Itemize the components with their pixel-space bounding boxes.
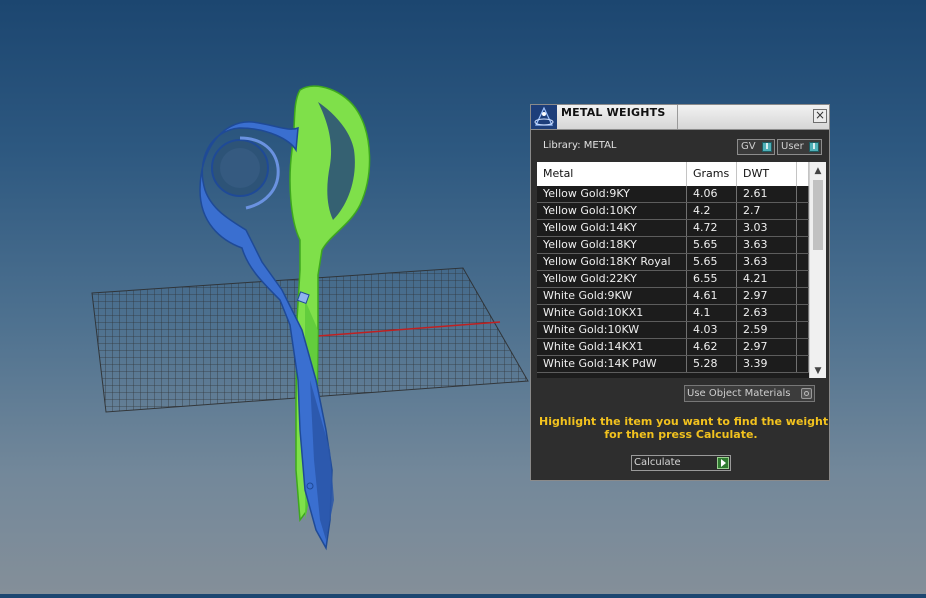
user-toggle-label: User (781, 141, 804, 152)
dwt-cell: 2.63 (737, 305, 797, 321)
instructions-line-1: Highlight the item you want to find the … (539, 415, 829, 428)
column-header-metal[interactable]: Metal (537, 162, 687, 186)
grams-cell: 6.55 (687, 271, 737, 287)
titlebar-divider (677, 105, 678, 129)
metal-cell: Yellow Gold:18KY Royal (537, 254, 687, 270)
column-header-filler (797, 162, 809, 186)
metal-weights-panel: METAL WEIGHTS × Library: METAL GV I User… (530, 104, 830, 481)
metal-cell: Yellow Gold:9KY (537, 186, 687, 202)
grams-cell: 4.2 (687, 203, 737, 219)
dwt-cell: 2.59 (737, 322, 797, 338)
dwt-cell: 2.61 (737, 186, 797, 202)
filler-cell (797, 288, 809, 304)
table-row[interactable]: Yellow Gold:18KY Royal 5.65 3.63 (537, 254, 809, 271)
scroll-thumb[interactable] (813, 180, 823, 250)
table-header: Metal Grams DWT (537, 162, 809, 186)
user-toggle[interactable]: User I (777, 139, 822, 155)
close-button[interactable]: × (813, 109, 827, 123)
instructions-text: Highlight the item you want to find the … (539, 415, 829, 441)
table-body: Yellow Gold:9KY 4.06 2.61 Yellow Gold:10KY 4… (537, 186, 809, 373)
panel-title: METAL WEIGHTS (561, 106, 666, 119)
metal-cell: Yellow Gold:14KY (537, 220, 687, 236)
dwt-cell: 2.7 (737, 203, 797, 219)
table-scrollbar[interactable]: ▲ ▼ (809, 162, 826, 378)
filler-cell (797, 220, 809, 236)
scroll-down-arrow-icon[interactable]: ▼ (810, 364, 826, 378)
table-row[interactable]: White Gold:10KW 4.03 2.59 (537, 322, 809, 339)
metal-table[interactable]: Metal Grams DWT Yellow Gold:9KY 4.06 2.61 Y… (537, 162, 826, 378)
metal-cell: Yellow Gold:22KY (537, 271, 687, 287)
filler-cell (797, 203, 809, 219)
table-row[interactable]: White Gold:14KX1 4.62 2.97 (537, 339, 809, 356)
metal-cell: White Gold:10KW (537, 322, 687, 338)
app-logo-icon (531, 105, 557, 129)
filler-cell (797, 186, 809, 202)
filler-cell (797, 356, 809, 372)
dwt-cell: 3.63 (737, 237, 797, 253)
table-row[interactable]: Yellow Gold:10KY 4.2 2.7 (537, 203, 809, 220)
grams-cell: 4.62 (687, 339, 737, 355)
grams-cell: 4.1 (687, 305, 737, 321)
instructions-line-2: for then press Calculate. (604, 428, 758, 441)
filler-cell (797, 237, 809, 253)
calculate-button[interactable]: Calculate (631, 455, 731, 471)
grams-cell: 5.65 (687, 254, 737, 270)
gv-indicator-icon: I (762, 142, 772, 152)
filler-cell (797, 339, 809, 355)
use-object-materials-label: Use Object Materials (687, 388, 791, 399)
dwt-cell: 3.63 (737, 254, 797, 270)
grams-cell: 5.65 (687, 237, 737, 253)
table-row[interactable]: White Gold:9KW 4.61 2.97 (537, 288, 809, 305)
metal-cell: White Gold:9KW (537, 288, 687, 304)
gv-toggle[interactable]: GV I (737, 139, 775, 155)
dwt-cell: 3.03 (737, 220, 797, 236)
calculate-label: Calculate (634, 457, 681, 468)
grams-cell: 4.03 (687, 322, 737, 338)
radio-icon (801, 388, 812, 399)
grams-cell: 4.61 (687, 288, 737, 304)
metal-cell: Yellow Gold:18KY (537, 237, 687, 253)
table-row[interactable]: Yellow Gold:22KY 6.55 4.21 (537, 271, 809, 288)
use-object-materials-toggle[interactable]: Use Object Materials (684, 385, 815, 402)
filler-cell (797, 305, 809, 321)
dwt-cell: 4.21 (737, 271, 797, 287)
table-row[interactable]: White Gold:10KX1 4.1 2.63 (537, 305, 809, 322)
scroll-up-arrow-icon[interactable]: ▲ (810, 164, 826, 178)
filler-cell (797, 322, 809, 338)
dwt-cell: 2.97 (737, 288, 797, 304)
metal-cell: White Gold:10KX1 (537, 305, 687, 321)
metal-cell: Yellow Gold:10KY (537, 203, 687, 219)
table-row[interactable]: White Gold:14K PdW 5.28 3.39 (537, 356, 809, 373)
user-indicator-icon: I (809, 142, 819, 152)
metal-cell: White Gold:14K PdW (537, 356, 687, 372)
filler-cell (797, 254, 809, 270)
table-row[interactable]: Yellow Gold:14KY 4.72 3.03 (537, 220, 809, 237)
grams-cell: 4.06 (687, 186, 737, 202)
metal-cell: White Gold:14KX1 (537, 339, 687, 355)
grams-cell: 5.28 (687, 356, 737, 372)
grams-cell: 4.72 (687, 220, 737, 236)
dwt-cell: 2.97 (737, 339, 797, 355)
panel-titlebar[interactable]: METAL WEIGHTS × (531, 105, 829, 130)
table-row[interactable]: Yellow Gold:9KY 4.06 2.61 (537, 186, 809, 203)
library-label: Library: METAL (543, 140, 617, 151)
play-arrow-icon (717, 457, 729, 469)
column-header-dwt[interactable]: DWT (737, 162, 797, 186)
table-row[interactable]: Yellow Gold:18KY 5.65 3.63 (537, 237, 809, 254)
filler-cell (797, 271, 809, 287)
gv-toggle-label: GV (741, 141, 756, 152)
close-icon: × (814, 108, 826, 122)
dwt-cell: 3.39 (737, 356, 797, 372)
column-header-grams[interactable]: Grams (687, 162, 737, 186)
